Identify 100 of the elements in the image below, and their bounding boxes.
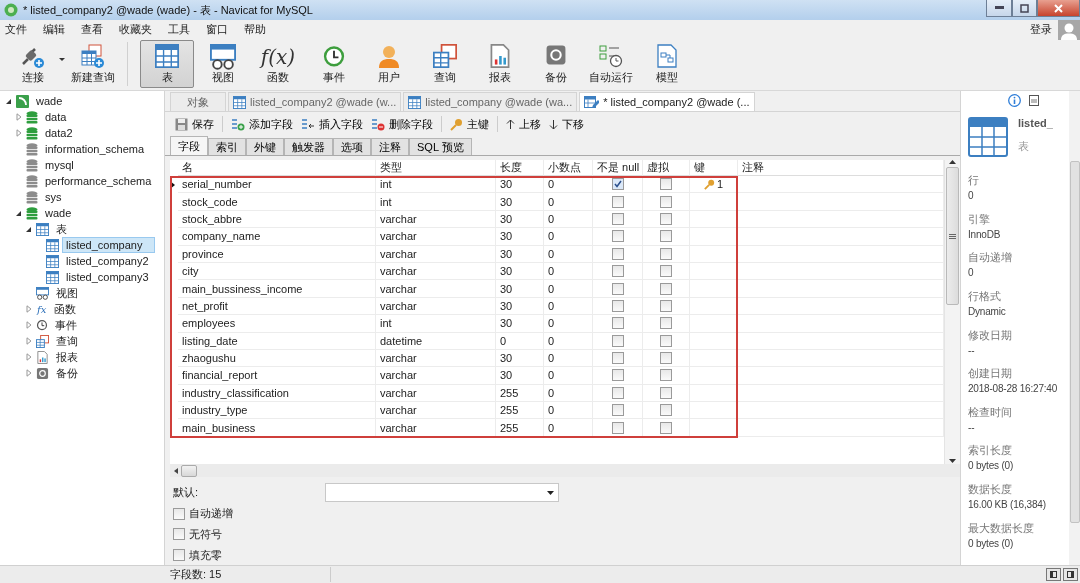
toolbar-action[interactable]: 插入字段: [297, 114, 367, 134]
toolbar-button[interactable]: 事件: [306, 40, 361, 88]
info-icon[interactable]: [1008, 93, 1021, 107]
scroll-left-arrow-icon[interactable]: [174, 467, 178, 474]
tree-item[interactable]: data: [41, 109, 71, 125]
maximize-button[interactable]: [1012, 0, 1037, 17]
tree-item[interactable]: listed_company3: [62, 269, 153, 285]
tree-item[interactable]: listed_company: [62, 237, 156, 253]
checkbox[interactable]: [611, 421, 624, 434]
scrollbar-thumb[interactable]: [946, 167, 959, 305]
layout-toggle-button[interactable]: [1063, 568, 1078, 581]
collapsed-arrow-icon[interactable]: [15, 129, 22, 137]
checkbox[interactable]: [611, 334, 624, 347]
column-header[interactable]: 虚拟: [643, 160, 690, 176]
toolbar-action[interactable]: 主键: [446, 114, 493, 134]
checkbox[interactable]: [660, 230, 672, 243]
toolbar-button[interactable]: 新建查询: [65, 40, 120, 88]
editor-tab[interactable]: listed_company @wade (wa...: [403, 92, 578, 111]
menu-item[interactable]: 帮助: [244, 21, 274, 37]
column-header[interactable]: 名: [178, 160, 376, 176]
default-value-dropdown[interactable]: [325, 483, 559, 503]
checkbox[interactable]: [611, 178, 624, 191]
checkbox[interactable]: [660, 282, 672, 295]
editor-tab[interactable]: listed_company2 @wade (w...: [228, 92, 402, 111]
checkbox[interactable]: [611, 195, 624, 208]
checkbox[interactable]: [611, 212, 624, 225]
tree-item[interactable]: sys: [41, 189, 66, 205]
column-header[interactable]: 键: [690, 160, 738, 176]
tree-item[interactable]: mysql: [41, 157, 78, 173]
toolbar-action[interactable]: 添加字段: [227, 114, 297, 134]
toolbar-button[interactable]: 连接: [6, 40, 60, 88]
collapsed-arrow-icon[interactable]: [25, 353, 32, 361]
minimize-button[interactable]: [986, 0, 1012, 17]
toolbar-action[interactable]: 删除字段: [367, 114, 437, 134]
checkbox[interactable]: [660, 178, 672, 191]
checkbox[interactable]: [660, 265, 672, 278]
collapsed-arrow-icon[interactable]: [25, 337, 32, 345]
collapsed-arrow-icon[interactable]: [25, 321, 32, 329]
tree-item[interactable]: wade: [32, 93, 67, 109]
tree-item[interactable]: 事件: [51, 317, 81, 333]
checkbox[interactable]: [611, 404, 624, 417]
checkbox[interactable]: [611, 247, 624, 260]
checkbox[interactable]: [173, 507, 185, 520]
tree-item[interactable]: information_schema: [41, 141, 149, 157]
collapsed-arrow-icon[interactable]: [25, 305, 32, 313]
collapsed-arrow-icon[interactable]: [15, 113, 22, 121]
menu-item[interactable]: 文件: [5, 21, 35, 37]
editor-tab[interactable]: * listed_company2 @wade (...: [579, 92, 755, 111]
expanded-arrow-icon[interactable]: [25, 225, 32, 233]
tree-item[interactable]: 表: [52, 221, 71, 237]
design-tab[interactable]: 选项: [333, 138, 371, 155]
menu-item[interactable]: 窗口: [206, 21, 236, 37]
tree-item[interactable]: wade: [41, 205, 76, 221]
menu-item[interactable]: 查看: [81, 21, 111, 37]
checkbox[interactable]: [611, 317, 624, 330]
menu-item[interactable]: 工具: [168, 21, 198, 37]
scrollbar-thumb[interactable]: [181, 464, 197, 477]
column-header[interactable]: 类型: [376, 160, 496, 176]
design-tab[interactable]: 外键: [246, 138, 284, 155]
avatar-silhouette[interactable]: [1058, 20, 1080, 40]
tree-item[interactable]: 报表: [52, 349, 82, 365]
tree-item[interactable]: performance_schema: [41, 173, 156, 189]
column-header[interactable]: 不是 null: [593, 160, 643, 176]
toolbar-button[interactable]: 视图: [195, 40, 250, 88]
checkbox[interactable]: [173, 528, 185, 541]
toolbar-button[interactable]: 备份: [528, 40, 583, 88]
checkbox[interactable]: [660, 299, 672, 312]
checkbox[interactable]: [660, 352, 672, 365]
column-header[interactable]: 注释: [738, 160, 944, 176]
scroll-down-arrow-icon[interactable]: [949, 459, 956, 464]
expanded-arrow-icon[interactable]: [15, 209, 22, 217]
design-tab[interactable]: 索引: [208, 138, 246, 155]
checkbox[interactable]: [660, 404, 672, 417]
column-header[interactable]: 长度: [496, 160, 544, 176]
editor-tab[interactable]: 对象: [170, 92, 226, 111]
tree-item[interactable]: 备份: [52, 365, 82, 381]
toolbar-button[interactable]: 模型: [639, 40, 694, 88]
checkbox[interactable]: [611, 282, 624, 295]
design-tab[interactable]: 注释: [371, 138, 409, 155]
tree-item[interactable]: 查询: [52, 333, 82, 349]
design-tab[interactable]: 触发器: [284, 138, 333, 155]
checkbox[interactable]: [611, 265, 624, 278]
checkbox[interactable]: [611, 386, 624, 399]
checkbox[interactable]: [660, 334, 672, 347]
toolbar-button[interactable]: 查询: [417, 40, 472, 88]
checkbox[interactable]: [660, 369, 672, 382]
toolbar-action[interactable]: 保存: [171, 114, 218, 134]
ddl-document-icon[interactable]: [1029, 94, 1039, 106]
login-link[interactable]: 登录: [1030, 21, 1052, 37]
toolbar-button[interactable]: 表: [140, 40, 194, 88]
checkbox[interactable]: [611, 230, 624, 243]
layout-toggle-button[interactable]: [1046, 568, 1061, 581]
tree-item[interactable]: data2: [41, 125, 77, 141]
checkbox[interactable]: [660, 317, 672, 330]
checkbox[interactable]: [173, 549, 185, 562]
tree-item[interactable]: 视图: [52, 285, 82, 301]
column-header[interactable]: 小数点: [544, 160, 593, 176]
design-tab[interactable]: SQL 预览: [409, 138, 472, 155]
checkbox[interactable]: [660, 247, 672, 260]
scroll-up-arrow-icon[interactable]: [949, 160, 956, 165]
